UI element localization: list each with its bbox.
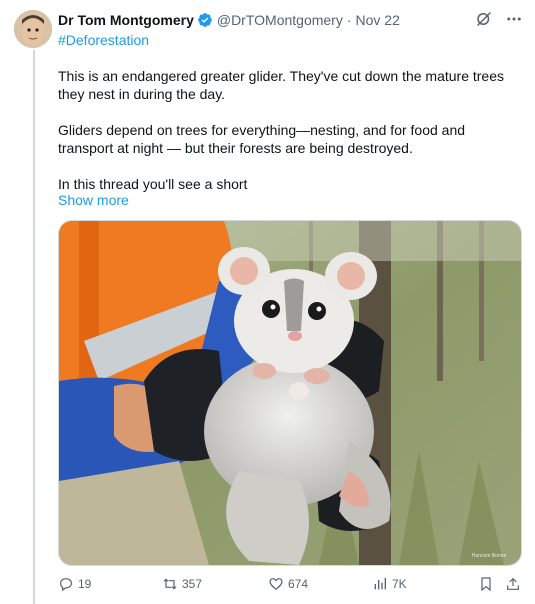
reply-count: 19 — [78, 577, 92, 591]
share-icon — [505, 576, 521, 592]
verified-badge-icon — [197, 12, 213, 28]
more-icon[interactable] — [505, 10, 523, 28]
thread-line — [33, 50, 35, 604]
reply-button[interactable]: 19 — [58, 576, 91, 592]
grok-icon[interactable] — [475, 10, 493, 28]
reply-icon — [58, 576, 74, 592]
author-name[interactable]: Dr Tom Montgomery — [58, 12, 194, 28]
like-count: 674 — [288, 577, 309, 591]
greater-glider-photo: Hancom Bonne — [59, 221, 521, 565]
tweet-media-photo[interactable]: Hancom Bonne — [58, 220, 522, 566]
bookmark-button[interactable] — [478, 576, 494, 592]
avatar[interactable] — [14, 10, 52, 48]
tweet-paragraph: Gliders depend on trees for everything—n… — [58, 122, 466, 156]
like-icon — [268, 576, 284, 592]
tweet-actions: 19 357 674 7K — [58, 576, 522, 596]
views-icon — [372, 576, 388, 592]
avatar-image — [14, 10, 52, 48]
repost-count: 357 — [182, 577, 203, 591]
tweet-paragraph: This is an endangered greater glider. Th… — [58, 68, 505, 102]
tweet-text: This is an endangered greater glider. Th… — [58, 67, 508, 193]
views-button[interactable]: 7K — [372, 576, 407, 592]
author-handle[interactable]: @DrTOMontgomery — [217, 12, 343, 28]
share-button[interactable] — [505, 576, 521, 592]
header-actions — [475, 10, 523, 28]
separator-dot: · — [346, 12, 352, 28]
repost-icon — [162, 576, 178, 592]
like-button[interactable]: 674 — [268, 576, 308, 592]
photo-watermark: Hancom Bonne — [472, 553, 507, 559]
views-count: 7K — [392, 577, 407, 591]
show-more-link[interactable]: Show more — [58, 192, 129, 208]
bookmark-icon — [478, 576, 494, 592]
tweet-paragraph: In this thread you'll see a short — [58, 176, 248, 192]
tweet-header: Dr Tom Montgomery @DrTOMontgomery · Nov … — [58, 10, 523, 30]
repost-button[interactable]: 357 — [162, 576, 202, 592]
hashtag-link[interactable]: #Deforestation — [58, 32, 149, 48]
tweet-date[interactable]: Nov 22 — [356, 12, 400, 28]
